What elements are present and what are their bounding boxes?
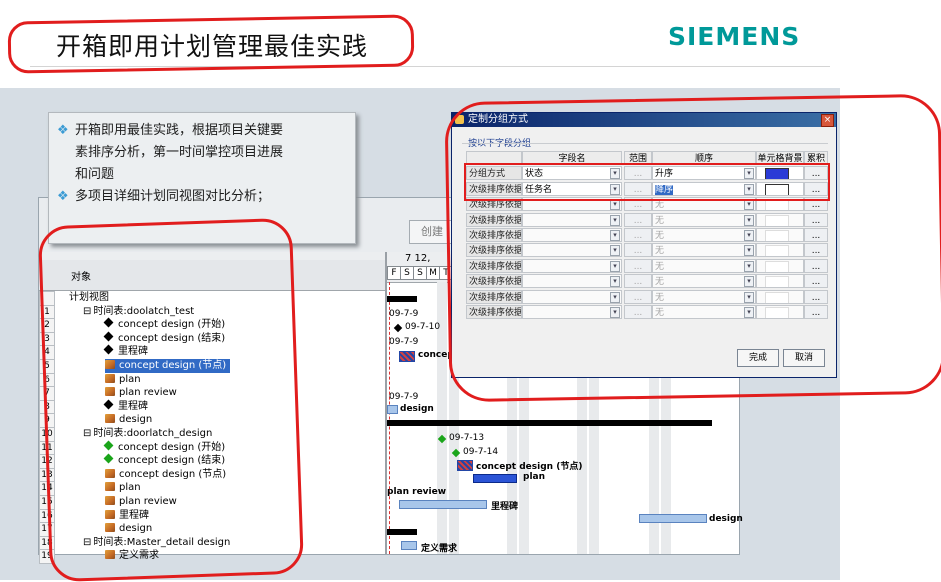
gantt-date: 09-7-10 — [405, 322, 441, 332]
bullet-text: 素排序分析，第一时间掌控项目进展 — [75, 145, 284, 160]
gantt-task-label: plan — [523, 472, 546, 482]
gantt-day-cell: M — [426, 266, 440, 280]
gantt-date: 09-7-14 — [463, 447, 499, 457]
gantt-day-cell: S — [400, 266, 414, 280]
annotation-outline-grid-rows — [464, 163, 830, 201]
bullet-text: 开箱即用最佳实践，根据项目关键要 — [75, 123, 284, 138]
task-bar[interactable] — [639, 514, 707, 523]
bullet-line: 素排序分析，第一时间掌控项目进展 — [49, 142, 355, 164]
summary-bar[interactable] — [387, 529, 417, 535]
bullet-diamond-icon: ❖ — [57, 123, 69, 138]
gantt-task-label: design — [400, 404, 434, 414]
gantt-task-label: design — [709, 514, 743, 524]
gantt-task-label: plan review — [387, 487, 447, 497]
today-line — [389, 282, 391, 554]
gantt-date: 09-7-9 — [389, 392, 419, 402]
gantt-day-cell: F — [387, 266, 401, 280]
task-bar[interactable] — [401, 541, 417, 550]
bullet-line: ❖ 多项目详细计划同视图对比分析； — [49, 186, 355, 208]
gantt-task-label: concept design (节点) — [476, 462, 583, 472]
gantt-date: 09-7-9 — [389, 309, 419, 319]
bullet-line: ❖ 开箱即用最佳实践，根据项目关键要 — [49, 120, 355, 142]
gantt-date: 09-7-13 — [449, 433, 485, 443]
summary-bar[interactable] — [387, 296, 417, 302]
task-node-mark[interactable] — [457, 460, 473, 471]
gantt-day-row: FSSMT — [387, 266, 453, 280]
annotation-outline-tree — [37, 217, 305, 582]
gantt-date: 09-7-9 — [389, 337, 419, 347]
bullet-list: ❖ 开箱即用最佳实践，根据项目关键要 素排序分析，第一时间掌控项目进展 和问题 ❖ 多项目… — [49, 113, 355, 208]
bullet-text: 多项目详细计划同视图对比分析； — [75, 189, 271, 204]
task-bar[interactable] — [473, 474, 517, 483]
summary-bar[interactable] — [387, 420, 712, 426]
gantt-task-label: 定义需求 — [421, 544, 458, 554]
gantt-task-label: 里程碑 — [491, 502, 519, 512]
task-bar[interactable] — [399, 500, 487, 509]
task-bar[interactable] — [387, 405, 398, 414]
gantt-day-cell: S — [413, 266, 427, 280]
gantt-date-label: 7 12, — [405, 253, 431, 264]
siemens-logo: SIEMENS — [668, 22, 801, 51]
bullet-text: 和问题 — [75, 167, 115, 182]
task-node-mark[interactable] — [399, 351, 415, 362]
annotation-outline-dialog — [444, 93, 941, 403]
bullet-diamond-icon: ❖ — [57, 189, 69, 204]
annotation-outline-title — [7, 14, 415, 74]
bullet-line: 和问题 — [49, 164, 355, 186]
